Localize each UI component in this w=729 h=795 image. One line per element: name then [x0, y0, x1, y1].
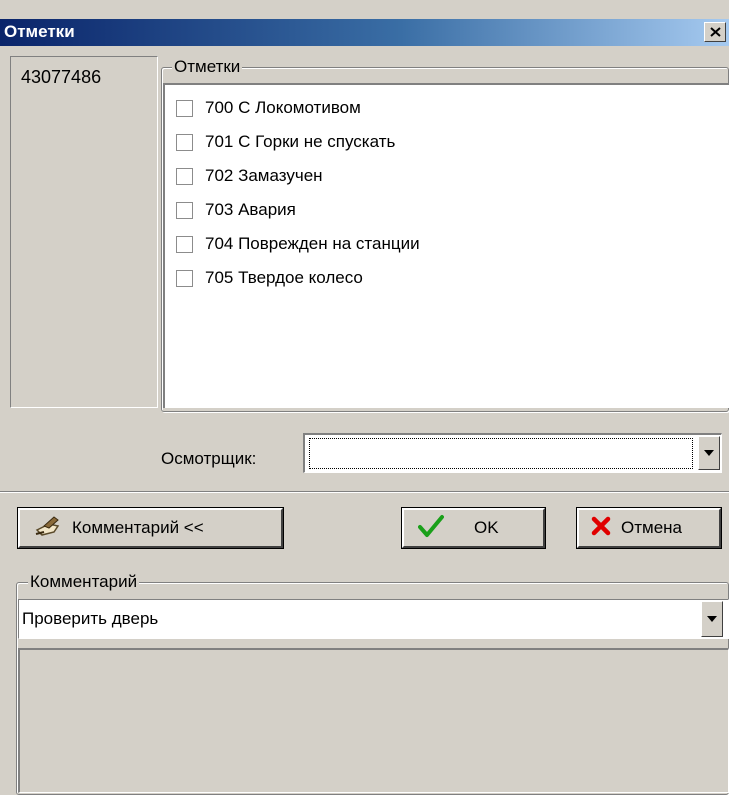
comment-button-label: Комментарий <<	[72, 518, 204, 537]
mark-item-704[interactable]: 704 Поврежден на станции	[176, 232, 420, 256]
checkbox[interactable]	[176, 133, 193, 151]
comment-value: Проверить дверь	[22, 609, 159, 628]
chevron-down-icon	[707, 616, 717, 622]
chevron-down-icon	[704, 450, 714, 456]
focus-rect	[309, 438, 693, 469]
checkbox[interactable]	[176, 99, 193, 117]
dialog-window: Отметки 43077486 Отметки 700 С Локомотив…	[0, 0, 729, 795]
mark-label: 700 С Локомотивом	[205, 98, 361, 117]
ok-button[interactable]: OK	[401, 507, 546, 549]
x-icon	[591, 516, 611, 541]
close-icon	[710, 27, 721, 37]
close-button[interactable]	[704, 22, 726, 42]
mark-label: 703 Авария	[205, 200, 296, 219]
car-number: 43077486	[21, 67, 102, 87]
inspector-label: Осмотрщик:	[161, 449, 257, 468]
comment-text-area[interactable]	[18, 648, 729, 793]
inspector-combobox[interactable]	[303, 433, 722, 473]
inspector-dropdown-button[interactable]	[698, 436, 720, 470]
marks-checklist[interactable]: 700 С Локомотивом 701 С Горки не спускат…	[163, 83, 729, 408]
mark-item-700[interactable]: 700 С Локомотивом	[176, 96, 361, 120]
comment-combobox[interactable]: Проверить дверь	[18, 599, 729, 639]
mark-label: 701 С Горки не спускать	[205, 132, 396, 151]
comment-toggle-button[interactable]: Комментарий <<	[17, 507, 284, 549]
mark-item-701[interactable]: 701 С Горки не спускать	[176, 130, 395, 154]
checkbox[interactable]	[176, 167, 193, 185]
cancel-button[interactable]: Отмена	[576, 507, 722, 549]
checkbox[interactable]	[176, 201, 193, 219]
mark-item-705[interactable]: 705 Твердое колесо	[176, 266, 363, 290]
separator	[0, 491, 729, 493]
mark-item-702[interactable]: 702 Замазучен	[176, 164, 323, 188]
checkmark-icon	[418, 514, 444, 543]
marks-group-label: Отметки	[172, 57, 243, 77]
comment-dropdown-button[interactable]	[701, 601, 723, 637]
car-number-panel: 43077486	[10, 56, 158, 408]
mark-label: 705 Твердое колесо	[205, 268, 363, 287]
cancel-button-label: Отмена	[621, 518, 682, 537]
mark-label: 702 Замазучен	[205, 166, 323, 185]
checkbox[interactable]	[176, 269, 193, 287]
window-title: Отметки	[4, 22, 75, 41]
writing-hand-icon	[34, 514, 62, 543]
title-bar[interactable]: Отметки	[0, 19, 729, 46]
comment-group-label: Комментарий	[28, 572, 140, 592]
ok-button-label: OK	[474, 518, 499, 537]
mark-item-703[interactable]: 703 Авария	[176, 198, 296, 222]
checkbox[interactable]	[176, 235, 193, 253]
mark-label: 704 Поврежден на станции	[205, 234, 420, 253]
